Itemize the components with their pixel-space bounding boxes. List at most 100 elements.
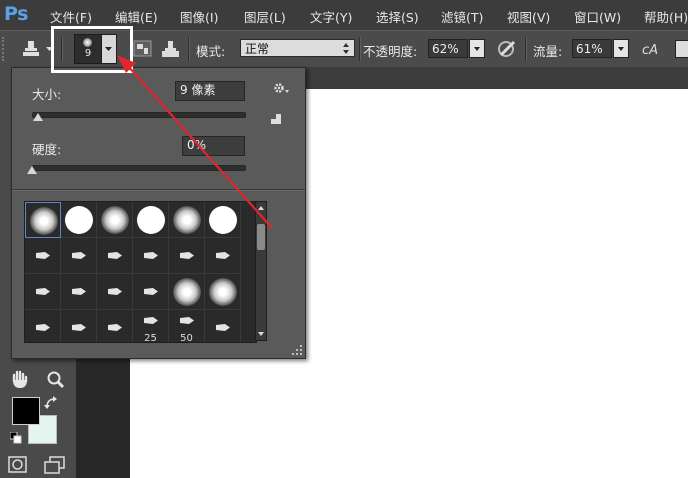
brush-preset-cell[interactable] (169, 202, 205, 238)
quick-mask-icon[interactable] (8, 456, 28, 474)
menu-view[interactable]: 视图(V) (507, 7, 550, 26)
hardness-input[interactable]: 0% (182, 136, 245, 156)
flow-input[interactable]: 61% (572, 39, 612, 58)
mode-label: 模式: (196, 44, 226, 59)
brush-preset-cell[interactable] (61, 238, 97, 274)
hard-round-brush-icon (65, 206, 93, 234)
brush-tip-icon (36, 252, 50, 259)
brush-preset-cell[interactable] (25, 238, 61, 274)
brush-tip-icon (72, 324, 86, 331)
brush-preset-cell[interactable] (97, 274, 133, 310)
menu-type[interactable]: 文字(Y) (310, 7, 352, 26)
swap-colors-icon[interactable] (44, 396, 58, 410)
flow-label: 流量: (533, 44, 563, 59)
hardness-slider-thumb[interactable] (27, 166, 37, 174)
menu-select[interactable]: 选择(S) (376, 7, 419, 26)
new-preset-icon[interactable] (270, 113, 282, 125)
brush-tip-icon (108, 288, 122, 295)
brush-preset-cell[interactable] (61, 202, 97, 238)
menu-window[interactable]: 窗口(W) (574, 7, 621, 26)
soft-round-brush-icon (173, 278, 201, 306)
brush-preset-cell[interactable] (61, 274, 97, 310)
brush-preset-cell[interactable] (205, 310, 241, 342)
menu-file[interactable]: 文件(F) (50, 7, 92, 26)
menu-layer[interactable]: 图层(L) (244, 7, 286, 26)
foreground-color-swatch[interactable] (12, 397, 40, 425)
soft-round-brush-icon (30, 207, 58, 235)
brush-presets-grid: 25 50 (24, 201, 257, 343)
presets-scrollbar[interactable] (255, 201, 267, 341)
hand-tool-icon[interactable] (10, 369, 32, 389)
scroll-down-icon[interactable] (258, 332, 264, 336)
brush-tip-icon (72, 288, 86, 295)
brush-preset-cell[interactable] (97, 310, 133, 342)
hardness-label: 硬度: (32, 142, 62, 157)
brush-preset-cell[interactable] (133, 202, 169, 238)
resize-grip-icon[interactable] (291, 344, 303, 356)
brush-preset-cell[interactable] (97, 238, 133, 274)
brush-preset-cell[interactable] (25, 274, 61, 310)
hard-round-brush-icon (209, 206, 237, 234)
brush-preset-cell[interactable]: 50 (169, 310, 205, 342)
brush-preset-cell[interactable] (205, 238, 241, 274)
menu-help[interactable]: 帮助(H) (644, 7, 688, 26)
brush-preset-cell[interactable] (61, 310, 97, 342)
mode-value: 正常 (245, 42, 270, 56)
divider (12, 189, 305, 191)
clone-source-icon[interactable] (161, 39, 181, 59)
brush-preset-popup: 大小: 9 像素 硬度: 0% 25 50 (11, 67, 306, 359)
zoom-tool-icon[interactable] (46, 370, 66, 390)
brush-tip-icon (108, 324, 122, 331)
soft-round-brush-icon (209, 278, 237, 306)
brush-preset-cell[interactable]: 25 (133, 310, 169, 343)
brush-tool-preset-icon[interactable] (20, 38, 42, 60)
brush-preset-size: 25 (144, 333, 157, 343)
separator (359, 37, 361, 61)
brush-tip-icon (144, 252, 158, 259)
separator (188, 37, 190, 61)
select-arrows-icon (343, 43, 349, 54)
opacity-dropdown[interactable] (469, 39, 485, 58)
brush-panel-toggle-icon[interactable] (133, 40, 153, 58)
brush-preset-cell[interactable] (169, 274, 205, 310)
brush-tip-icon (36, 324, 50, 331)
hardness-slider[interactable] (32, 165, 246, 171)
size-slider-thumb[interactable] (33, 113, 44, 121)
menu-edit[interactable]: 编辑(E) (115, 7, 158, 26)
photoshop-logo: Ps (4, 3, 28, 25)
brush-preset-cell[interactable] (133, 238, 169, 274)
airbrush-icon[interactable]: cA (641, 39, 663, 59)
flow-dropdown[interactable] (613, 39, 629, 58)
brush-preset-cell[interactable] (205, 274, 241, 310)
brush-preset-cell[interactable] (133, 274, 169, 310)
brush-tip-icon (180, 252, 194, 259)
pressure-opacity-icon[interactable] (496, 39, 518, 59)
gear-icon[interactable] (272, 81, 290, 95)
tablet-pressure-size-button[interactable] (675, 40, 688, 58)
menu-filter[interactable]: 滤镜(T) (441, 7, 483, 26)
opacity-input[interactable]: 62% (428, 39, 468, 58)
hard-round-brush-icon (137, 206, 165, 234)
size-input[interactable]: 9 像素 (175, 81, 245, 101)
menu-image[interactable]: 图像(I) (180, 7, 218, 26)
annotation-highlight-box (51, 26, 133, 73)
mode-select[interactable]: 正常 (240, 39, 355, 57)
brush-tip-icon (216, 324, 230, 331)
size-slider[interactable] (32, 112, 246, 118)
default-colors-icon[interactable] (10, 432, 22, 444)
soft-round-brush-icon (173, 206, 201, 234)
scroll-thumb[interactable] (257, 224, 265, 250)
svg-text:cA: cA (642, 43, 658, 58)
brush-preset-cell[interactable] (205, 202, 241, 238)
brush-preset-cell[interactable] (25, 310, 61, 342)
scroll-up-icon[interactable] (258, 206, 264, 210)
opacity-label: 不透明度: (363, 44, 418, 59)
brush-preset-cell[interactable] (97, 202, 133, 238)
brush-preset-cell[interactable] (169, 238, 205, 274)
screen-mode-icon[interactable] (44, 456, 66, 474)
brush-tip-icon (180, 317, 194, 324)
brush-tip-icon (144, 288, 158, 295)
separator (525, 37, 527, 61)
brush-preset-cell[interactable] (25, 202, 61, 238)
grip-handle[interactable] (2, 37, 8, 61)
